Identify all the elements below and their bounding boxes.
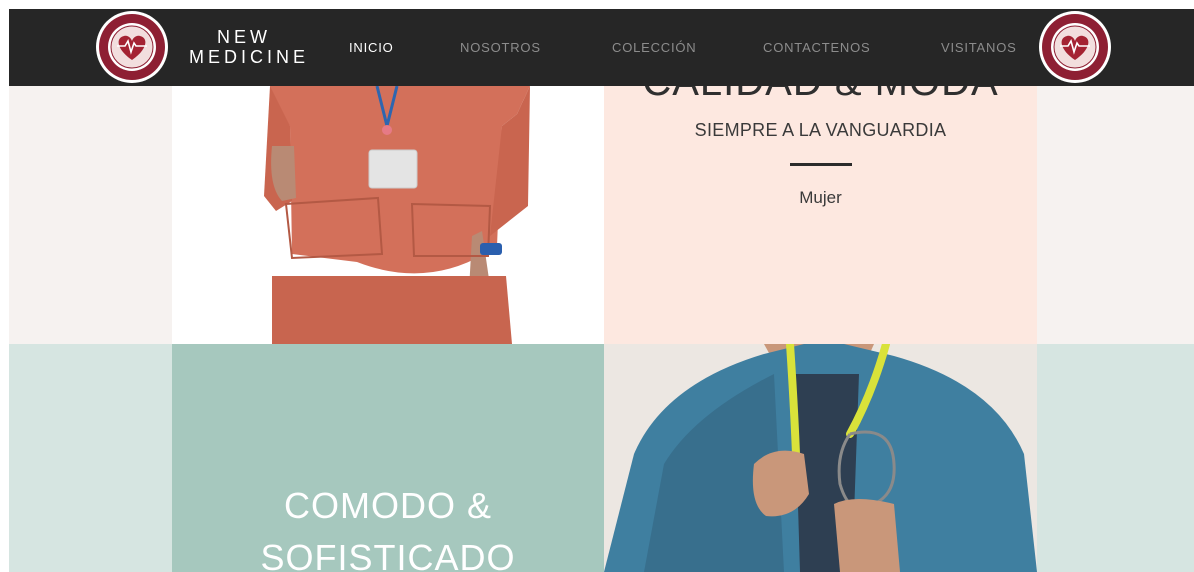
brand-line-1: NEW [217,27,271,47]
nav-link-coleccion[interactable]: COLECCIÓN [612,40,697,55]
heart-seal-icon [1039,11,1111,83]
panel-heading: COMODO & SOFISTICADO [172,480,604,572]
top-navigation-bar: NEW MEDICINE INICIO NOSOTROS COLECCIÓN C… [9,9,1194,86]
brand-logo-left[interactable] [95,10,169,84]
mujer-link[interactable]: Mujer [604,188,1037,208]
brand-line-2: MEDICINE [189,47,310,67]
woman-in-scrubs-image [172,86,604,344]
side-background-top-left [9,86,172,344]
panel-heading: CALIDAD & MODA [604,86,1037,105]
comodo-sofisticado-panel: COMODO & SOFISTICADO [172,344,604,572]
divider-line [790,163,852,166]
side-background-bottom-right [1037,344,1194,572]
panel-heading-line-1: COMODO & [283,485,492,526]
brand-logo-right[interactable] [1038,10,1112,84]
photo-woman-scrubs [172,86,604,344]
nav-link-visitanos[interactable]: VISITANOS [941,40,1017,55]
nav-link-inicio[interactable]: INICIO [349,40,394,55]
man-with-stethoscope-image [604,344,1037,572]
panel-heading-line-2: SOFISTICADO [260,537,516,572]
brand-wordmark[interactable]: NEW MEDICINE [189,27,310,67]
calidad-moda-panel: CALIDAD & MODA SIEMPRE A LA VANGUARDIA M… [604,86,1037,344]
photo-man-lab-coat [604,344,1037,572]
side-background-bottom-left [9,344,172,572]
heart-seal-icon [96,11,168,83]
nav-link-contactenos[interactable]: CONTACTENOS [763,40,871,55]
panel-subheading: SIEMPRE A LA VANGUARDIA [694,120,947,140]
nav-link-nosotros[interactable]: NOSOTROS [460,40,541,55]
side-background-top-right [1037,86,1194,344]
